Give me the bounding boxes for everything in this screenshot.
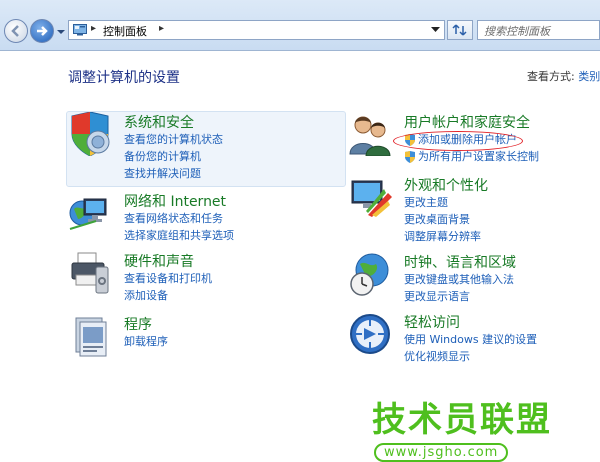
control-panel-icon: [73, 24, 87, 36]
appearance-monitor-icon[interactable]: [348, 175, 392, 219]
refresh-icon: [452, 24, 467, 36]
link-troubleshoot[interactable]: 查找并解决问题: [124, 165, 223, 182]
link-windows-recommended-settings[interactable]: 使用 Windows 建议的设置: [404, 331, 537, 348]
users-icon[interactable]: [348, 112, 392, 156]
breadcrumb-separator-icon[interactable]: ▸: [91, 23, 96, 34]
view-by: 查看方式: 类别: [527, 68, 600, 84]
category-title[interactable]: 用户帐户和家庭安全: [404, 112, 530, 132]
link-network-status[interactable]: 查看网络状态和任务: [124, 210, 234, 227]
category-title[interactable]: 系统和安全: [124, 112, 194, 132]
category-title[interactable]: 外观和个性化: [404, 175, 488, 195]
uac-shield-icon: [405, 151, 415, 163]
link-devices-printers[interactable]: 查看设备和打印机: [124, 270, 212, 287]
link-label: 为所有用户设置家长控制: [418, 150, 539, 163]
watermark: 技术员联盟 www.jsgho.com: [372, 392, 592, 462]
link-change-display-language[interactable]: 更改显示语言: [404, 288, 514, 305]
forward-arrow-icon: [37, 26, 48, 36]
watermark-text: 技术员联盟: [372, 400, 552, 440]
view-by-dropdown[interactable]: 类别: [578, 70, 600, 83]
search-input[interactable]: 搜索控制面板: [477, 20, 600, 40]
breadcrumb-separator-icon[interactable]: ▸: [159, 23, 164, 34]
refresh-button[interactable]: [447, 20, 473, 40]
link-backup-computer[interactable]: 备份您的计算机: [124, 148, 223, 165]
watermark-url: www.jsgho.com: [374, 443, 509, 462]
back-arrow-icon: [11, 25, 19, 37]
red-annotation-circle: [393, 131, 523, 151]
category-title[interactable]: 程序: [124, 314, 152, 334]
category-title[interactable]: 轻松访问: [404, 312, 460, 332]
clock-globe-icon[interactable]: [348, 252, 392, 296]
link-uninstall-program[interactable]: 卸载程序: [124, 333, 168, 350]
category-title[interactable]: 时钟、语言和区域: [404, 252, 516, 272]
page-title: 调整计算机的设置: [68, 70, 180, 86]
link-optimize-video-display[interactable]: 优化视频显示: [404, 348, 537, 365]
link-add-device[interactable]: 添加设备: [124, 287, 212, 304]
network-globe-icon[interactable]: [68, 191, 112, 235]
breadcrumb-control-panel[interactable]: 控制面板: [103, 23, 147, 39]
programs-icon[interactable]: [68, 314, 112, 358]
address-bar[interactable]: ▸ 控制面板 ▸: [68, 20, 445, 40]
link-homegroup-sharing[interactable]: 选择家庭组和共享选项: [124, 227, 234, 244]
link-change-keyboard-input[interactable]: 更改键盘或其他输入法: [404, 271, 514, 288]
recent-pages-dropdown-icon[interactable]: [56, 27, 66, 37]
forward-button[interactable]: [30, 19, 54, 43]
back-button[interactable]: [4, 19, 28, 43]
category-title[interactable]: 硬件和声音: [124, 251, 194, 271]
ease-of-access-icon[interactable]: [348, 312, 392, 356]
printer-icon[interactable]: [68, 251, 112, 295]
link-change-theme[interactable]: 更改主题: [404, 194, 481, 211]
navigation-bar: ▸ 控制面板 ▸ 搜索控制面板: [0, 0, 600, 51]
system-security-shield-icon[interactable]: [68, 112, 112, 156]
category-title[interactable]: 网络和 Internet: [124, 191, 226, 211]
address-dropdown-icon[interactable]: [431, 26, 440, 34]
link-adjust-resolution[interactable]: 调整屏幕分辨率: [404, 228, 481, 245]
link-change-desktop-background[interactable]: 更改桌面背景: [404, 211, 481, 228]
link-view-computer-status[interactable]: 查看您的计算机状态: [124, 131, 223, 148]
view-by-label: 查看方式:: [527, 70, 575, 83]
